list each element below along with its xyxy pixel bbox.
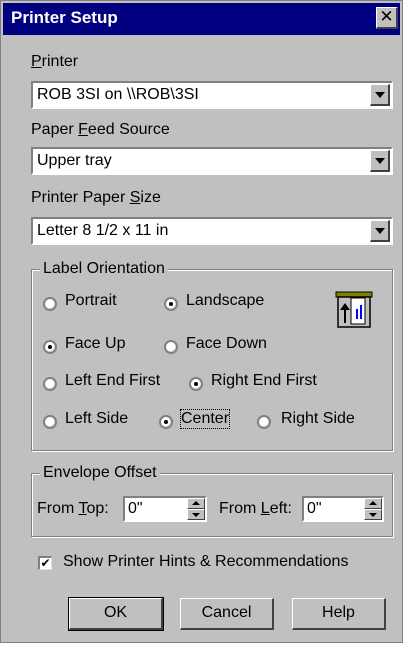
left-end-first-label[interactable]: Left End First xyxy=(65,372,160,390)
paper-size-dropdown-button[interactable] xyxy=(370,220,390,242)
portrait-radio[interactable] xyxy=(43,297,57,311)
show-hints-checkbox[interactable]: ✔ xyxy=(38,556,52,570)
printer-label: Printer xyxy=(31,53,79,70)
paper-size-label: Printer Paper Size xyxy=(31,189,161,206)
from-left-up-button[interactable] xyxy=(364,498,382,509)
left-side-label[interactable]: Left Side xyxy=(65,410,128,428)
printer-feed-icon xyxy=(335,291,373,328)
arrow-down-icon xyxy=(369,513,377,517)
ok-button[interactable]: OK xyxy=(68,597,164,631)
center-label[interactable]: Center xyxy=(179,409,231,429)
right-side-radio[interactable] xyxy=(257,415,271,429)
left-side-radio[interactable] xyxy=(43,415,57,429)
printer-label-rest: rinter xyxy=(41,53,79,70)
arrow-down-icon xyxy=(192,513,200,517)
right-end-first-label[interactable]: Right End First xyxy=(211,372,317,390)
right-end-first-radio[interactable] xyxy=(189,377,203,391)
face-up-radio[interactable] xyxy=(43,340,57,354)
cancel-button[interactable]: Cancel xyxy=(180,598,274,630)
paper-feed-dropdown-button[interactable] xyxy=(370,150,390,172)
paper-feed-select-value: Upper tray xyxy=(37,152,112,169)
from-top-up-button[interactable] xyxy=(187,498,205,509)
right-side-label[interactable]: Right Side xyxy=(281,410,355,428)
landscape-label[interactable]: Landscape xyxy=(186,292,264,310)
printer-setup-dialog: Printer Setup ✕ Printer ROB 3SI on \\ROB… xyxy=(0,0,403,643)
printer-select-value: ROB 3SI on \\ROB\3SI xyxy=(37,86,199,103)
printer-select[interactable]: ROB 3SI on \\ROB\3SI xyxy=(31,81,393,109)
from-top-value: 0" xyxy=(128,500,143,517)
dialog-title: Printer Setup xyxy=(11,8,118,27)
title-bar[interactable]: Printer Setup ✕ xyxy=(3,3,400,35)
face-down-label[interactable]: Face Down xyxy=(186,335,267,353)
close-button[interactable]: ✕ xyxy=(376,7,398,29)
close-icon: ✕ xyxy=(379,7,394,26)
printer-dropdown-button[interactable] xyxy=(370,84,390,106)
from-top-label: From Top: xyxy=(37,500,109,517)
arrow-up-icon xyxy=(369,501,377,505)
paper-size-select[interactable]: Letter 8 1/2 x 11 in xyxy=(31,217,393,245)
left-end-first-radio[interactable] xyxy=(43,377,57,391)
checkmark-icon: ✔ xyxy=(40,556,51,570)
from-top-down-button[interactable] xyxy=(187,509,205,520)
face-up-label[interactable]: Face Up xyxy=(65,335,125,353)
paper-size-select-value: Letter 8 1/2 x 11 in xyxy=(37,222,169,239)
portrait-label[interactable]: Portrait xyxy=(65,292,117,310)
center-radio[interactable] xyxy=(159,415,173,429)
envelope-offset-title: Envelope Offset xyxy=(40,464,160,482)
chevron-down-icon xyxy=(375,158,385,164)
face-down-radio[interactable] xyxy=(164,340,178,354)
from-top-spinner[interactable]: 0" xyxy=(123,496,207,522)
chevron-down-icon xyxy=(375,228,385,234)
from-left-down-button[interactable] xyxy=(364,509,382,520)
show-hints-label[interactable]: Show Printer Hints & Recommendations xyxy=(63,553,348,571)
from-left-label: From Left: xyxy=(219,500,292,517)
label-orientation-title: Label Orientation xyxy=(40,260,168,278)
paper-feed-select[interactable]: Upper tray xyxy=(31,147,393,175)
chevron-down-icon xyxy=(375,92,385,98)
landscape-radio[interactable] xyxy=(164,297,178,311)
arrow-up-icon xyxy=(192,501,200,505)
from-top-updown[interactable] xyxy=(187,498,205,520)
help-button[interactable]: Help xyxy=(292,598,386,630)
paper-feed-label: Paper Feed Source xyxy=(31,121,170,138)
from-left-value: 0" xyxy=(307,500,322,517)
from-left-updown[interactable] xyxy=(364,498,382,520)
from-left-spinner[interactable]: 0" xyxy=(302,496,384,522)
